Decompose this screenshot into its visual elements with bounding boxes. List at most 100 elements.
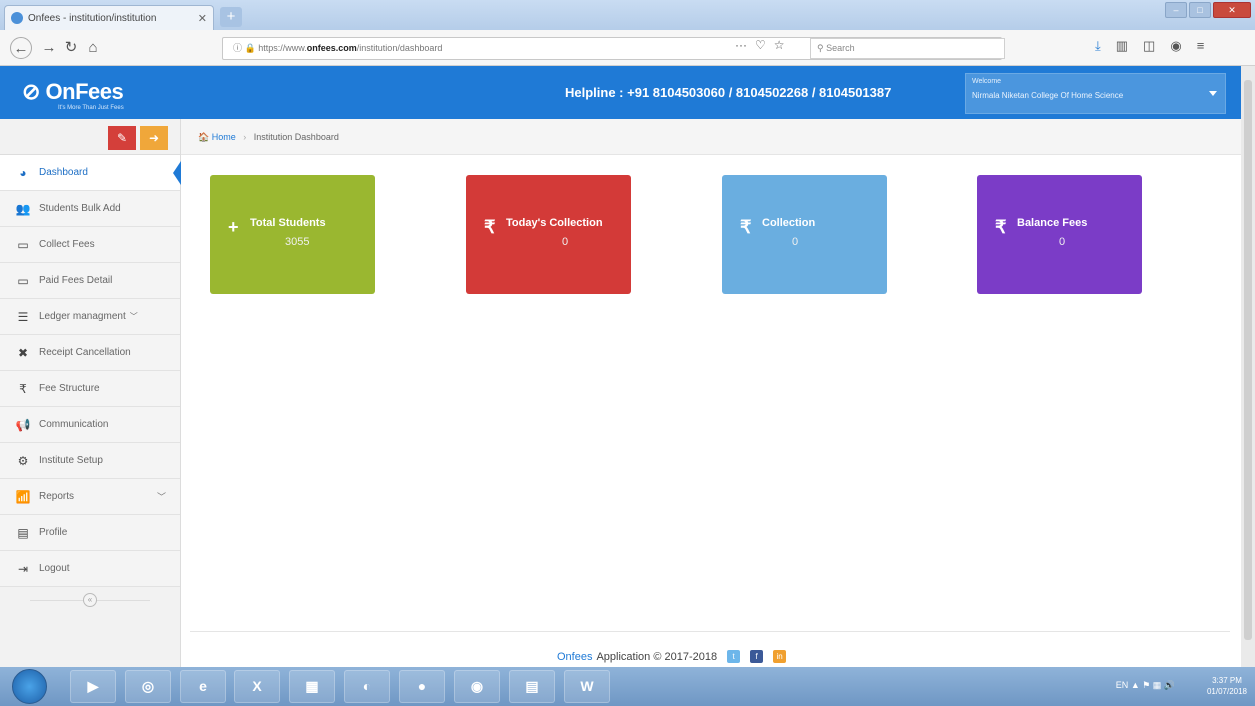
card-title: Total Students [250, 217, 326, 229]
sidebar-item-institute-setup[interactable]: ⚙ Institute Setup [0, 443, 180, 479]
card-icon: ▭ [17, 237, 29, 252]
todays-collection-card[interactable]: ₹ Today's Collection 0 [466, 175, 631, 294]
url-prefix: https://www. [258, 43, 307, 53]
card-value: 0 [1059, 236, 1066, 248]
sidebar-item-profile[interactable]: ▤ Profile [0, 515, 180, 551]
card-title: Collection [762, 217, 816, 229]
facebook-icon[interactable]: f [750, 650, 764, 663]
rupee-icon: ₹ [19, 381, 27, 396]
card-icon: ▭ [17, 273, 29, 288]
footer-brand-link[interactable]: Onfees [557, 651, 592, 663]
media-center-icon[interactable]: ◐ [344, 670, 390, 703]
sidebar-shortcuts: ✎ ➜ [0, 119, 180, 155]
file-explorer-icon[interactable]: ▦ [289, 670, 335, 703]
sidebar-item-label: Institute Setup [39, 455, 103, 466]
breadcrumb-current: Institution Dashboard [253, 132, 339, 142]
rupee-icon: ₹ [995, 217, 1007, 237]
scrollbar-thumb[interactable] [1244, 80, 1252, 640]
total-students-card[interactable]: + Total Students 3055 [210, 175, 375, 294]
chart-icon: 📶 [15, 489, 31, 504]
reload-button[interactable]: ↻ [60, 37, 82, 59]
balance-fees-card[interactable]: ₹ Balance Fees 0 [977, 175, 1142, 294]
sidebar-item-logout[interactable]: ⇥ Logout [0, 551, 180, 587]
signout-shortcut-button[interactable]: ➜ [140, 126, 168, 150]
sidebar-item-label: Reports [39, 491, 75, 502]
sidebar-item-ledger-managment[interactable]: ☰ Ledger managment ﹀ [0, 299, 180, 335]
search-input[interactable]: ⚲ Search [810, 38, 1005, 59]
tab-title: Onfees - institution/institution [28, 12, 157, 24]
firefox-icon[interactable]: ◉ [454, 670, 500, 703]
lock-icon[interactable]: 🔒 [245, 43, 256, 53]
browser-tab[interactable]: Onfees - institution/institution ✕ [4, 5, 214, 30]
footer-divider [190, 631, 1230, 632]
sidebar-item-label: Ledger managment [39, 311, 126, 322]
rupee-icon: ₹ [740, 217, 752, 237]
bookmark-star-icon[interactable]: ☆ [774, 38, 785, 52]
twitter-icon[interactable]: t [727, 650, 741, 663]
onfees-logo[interactable]: ⊘ OnFees [22, 79, 124, 105]
sticky-notes-icon[interactable]: ● [399, 670, 445, 703]
close-window-button[interactable]: ✕ [1213, 2, 1251, 18]
sidebar-item-paid-fees-detail[interactable]: ▭ Paid Fees Detail [0, 263, 180, 299]
sidebar-item-label: Profile [39, 527, 68, 538]
sidebar-item-receipt-cancellation[interactable]: ✖ Receipt Cancellation [0, 335, 180, 371]
linkedin-icon[interactable]: in [773, 650, 787, 663]
browser-tab-strip: Onfees - institution/institution ✕ + – □… [0, 0, 1255, 30]
dashboard-icon: ◕ [19, 165, 27, 180]
footer: Onfees Application © 2017-2018 t f in [557, 650, 787, 663]
account-icon[interactable]: ◉ [1170, 38, 1181, 54]
home-button[interactable]: ⌂ [82, 37, 104, 59]
card-value: 0 [562, 236, 569, 248]
page-scrollbar[interactable] [1241, 66, 1255, 667]
welcome-dropdown[interactable]: Welcome Nirmala Niketan College Of Home … [965, 73, 1226, 114]
download-icon[interactable]: ⤓ [1095, 38, 1101, 54]
card-value: 3055 [285, 236, 310, 248]
sidebar-item-label: Receipt Cancellation [39, 347, 131, 358]
breadcrumb-home-link[interactable]: Home [212, 132, 236, 142]
page-actions-icon[interactable]: ··· [735, 38, 747, 52]
users-icon: 👥 [15, 201, 31, 216]
internet-explorer-icon[interactable]: e [180, 670, 226, 703]
word-icon[interactable]: W [564, 670, 610, 703]
chrome-icon[interactable]: ◎ [125, 670, 171, 703]
logout-icon: ⇥ [17, 561, 29, 576]
welcome-label: Welcome [972, 78, 1002, 85]
clock[interactable]: 3:37 PM 01/07/2018 [1207, 675, 1247, 697]
chevron-down-icon: ﹀ [156, 492, 166, 502]
sidebar-item-dashboard[interactable]: ◕ Dashboard [0, 155, 181, 191]
collection-card[interactable]: ₹ Collection 0 [722, 175, 887, 294]
sidebar-item-students-bulk-add[interactable]: 👥 Students Bulk Add [0, 191, 180, 227]
maximize-button[interactable]: □ [1189, 2, 1211, 18]
clock-date: 01/07/2018 [1206, 687, 1247, 696]
home-icon[interactable]: 🏠 [198, 132, 209, 142]
gears-icon: ⚙ [17, 453, 29, 468]
sidebar-item-collect-fees[interactable]: ▭ Collect Fees [0, 227, 180, 263]
toolbar-icons: ⤓ ▥ ◫ ◉ ≡ [1095, 38, 1204, 54]
pocket-icon[interactable]: ♡ [755, 38, 766, 52]
new-tab-button[interactable]: + [220, 7, 242, 27]
collapse-sidebar-icon[interactable]: « [83, 593, 97, 607]
card-title: Balance Fees [1017, 217, 1088, 229]
url-actions: ··· ♡ ☆ [735, 38, 785, 52]
helpline-text: Helpline : +91 8104503060 / 8104502268 /… [565, 85, 892, 100]
start-button[interactable] [12, 669, 47, 704]
library-icon[interactable]: ▥ [1116, 38, 1128, 54]
list-icon: ☰ [17, 309, 29, 324]
system-tray[interactable]: EN ▲ ⚑ ▦ 🔊 [1116, 680, 1175, 691]
sidebar-item-label: Students Bulk Add [39, 203, 121, 214]
media-player-icon[interactable]: ▶ [70, 670, 116, 703]
edit-shortcut-button[interactable]: ✎ [108, 126, 136, 150]
sidebar-toggle-icon[interactable]: ◫ [1143, 38, 1155, 54]
minimize-button[interactable]: – [1165, 2, 1187, 18]
sidebar-item-reports[interactable]: 📶 Reports ﹀ [0, 479, 180, 515]
excel-icon[interactable]: X [234, 670, 280, 703]
language-indicator[interactable]: EN [1116, 680, 1129, 690]
tab-close-icon[interactable]: ✕ [198, 12, 207, 25]
menu-icon[interactable]: ≡ [1197, 38, 1205, 54]
calculator-icon[interactable]: ▤ [509, 670, 555, 703]
forward-button[interactable]: → [38, 37, 60, 59]
sidebar-item-communication[interactable]: 📢 Communication [0, 407, 180, 443]
back-button[interactable]: ← [10, 37, 32, 59]
info-icon[interactable]: ⓘ [233, 43, 242, 53]
sidebar-item-fee-structure[interactable]: ₹ Fee Structure [0, 371, 180, 407]
